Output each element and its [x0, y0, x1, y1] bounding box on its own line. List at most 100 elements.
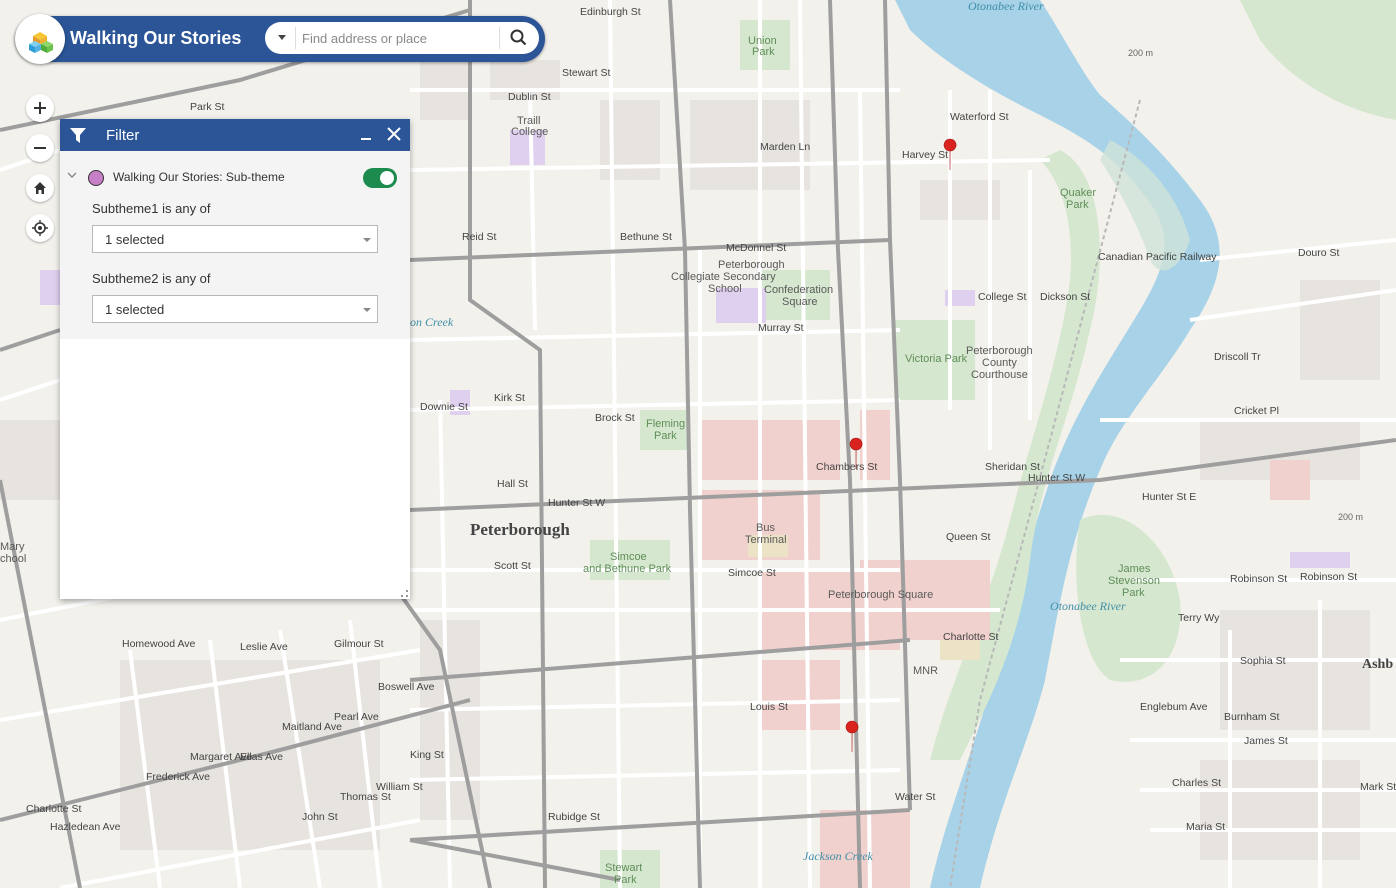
svg-text:and Bethune Park: and Bethune Park	[583, 563, 672, 575]
subtheme1-select[interactable]: 1 selected	[92, 225, 378, 253]
app-logo	[15, 14, 65, 64]
filter-panel: Filter Walking Our Stories: Sub-theme Su…	[60, 119, 410, 599]
svg-text:Queen St: Queen St	[946, 531, 990, 543]
zoom-out-button[interactable]	[26, 134, 54, 162]
svg-text:Otonabee River: Otonabee River	[1050, 599, 1126, 613]
divider	[499, 27, 500, 49]
layer-symbol-icon	[88, 170, 104, 186]
svg-text:Stewart: Stewart	[605, 862, 642, 874]
svg-text:Cricket Pl: Cricket Pl	[1234, 405, 1279, 417]
svg-text:Englebum Ave: Englebum Ave	[1140, 701, 1208, 713]
svg-text:MNR: MNR	[913, 665, 938, 677]
svg-text:Stewart St: Stewart St	[562, 67, 611, 79]
svg-text:Homewood Ave: Homewood Ave	[122, 638, 196, 650]
svg-text:Ellas Ave: Ellas Ave	[240, 751, 283, 763]
svg-text:Bethune St: Bethune St	[620, 231, 672, 243]
svg-text:Sophia St: Sophia St	[1240, 655, 1286, 667]
svg-text:Robinson St: Robinson St	[1300, 571, 1357, 583]
svg-text:Peterborough: Peterborough	[718, 259, 785, 271]
svg-text:Reid St: Reid St	[462, 231, 497, 243]
home-icon	[34, 182, 46, 194]
svg-text:School: School	[708, 283, 742, 295]
svg-text:Dickson St: Dickson St	[1040, 291, 1090, 303]
svg-text:Rubidge St: Rubidge St	[548, 811, 600, 823]
svg-text:Terminal: Terminal	[745, 534, 787, 546]
svg-text:Stevenson: Stevenson	[1108, 575, 1160, 587]
svg-text:College: College	[511, 126, 548, 138]
chevron-down-icon[interactable]	[67, 171, 77, 179]
svg-text:Marden Ln: Marden Ln	[760, 141, 810, 153]
svg-text:200 m: 200 m	[1338, 512, 1363, 522]
svg-text:Leslie Ave: Leslie Ave	[240, 641, 288, 653]
svg-text:Murray St: Murray St	[758, 322, 804, 334]
svg-text:Terry Wy: Terry Wy	[1178, 612, 1220, 624]
svg-text:Mary: Mary	[0, 541, 25, 553]
search-button[interactable]	[505, 25, 533, 51]
svg-text:Hunter St W: Hunter St W	[1028, 472, 1085, 484]
svg-text:Victoria Park: Victoria Park	[905, 353, 968, 365]
svg-text:Confederation: Confederation	[764, 284, 833, 296]
svg-text:Frederick Ave: Frederick Ave	[146, 771, 210, 783]
layer-name: Walking Our Stories: Sub-theme	[113, 170, 285, 184]
filter-icon	[70, 128, 86, 143]
subtheme2-select[interactable]: 1 selected	[92, 295, 378, 323]
dropdown-arrow-icon	[363, 238, 371, 242]
layer-toggle[interactable]	[363, 168, 397, 188]
plus-icon	[34, 102, 46, 114]
svg-text:James St: James St	[1244, 735, 1288, 747]
svg-text:Hall St: Hall St	[497, 478, 528, 490]
svg-text:Park: Park	[752, 46, 775, 58]
svg-text:Fleming: Fleming	[646, 418, 685, 430]
divider	[295, 27, 296, 49]
locate-button[interactable]	[26, 214, 54, 242]
svg-text:Driscoll Tr: Driscoll Tr	[1214, 351, 1261, 363]
zoom-in-button[interactable]	[26, 94, 54, 122]
home-button[interactable]	[26, 174, 54, 202]
svg-text:Maitland Ave: Maitland Ave	[282, 721, 342, 733]
svg-text:Park: Park	[614, 874, 637, 886]
condition-label: Subtheme1 is any of	[92, 201, 211, 216]
filter-panel-title: Filter	[106, 127, 140, 144]
search-icon	[510, 29, 527, 46]
svg-text:Brock St: Brock St	[595, 412, 635, 424]
svg-text:Otonabee River: Otonabee River	[968, 0, 1044, 13]
svg-text:Kirk St: Kirk St	[494, 392, 525, 404]
minimize-icon[interactable]	[360, 129, 372, 141]
minus-icon	[34, 147, 46, 149]
svg-text:Dublin St: Dublin St	[508, 91, 551, 103]
svg-text:Peterborough: Peterborough	[966, 345, 1033, 357]
svg-text:Square: Square	[782, 296, 817, 308]
svg-text:William St: William St	[376, 781, 423, 793]
cubes-logo-icon	[29, 32, 53, 53]
dropdown-arrow-icon	[363, 308, 371, 312]
locate-icon	[32, 220, 48, 236]
svg-text:John St: John St	[302, 811, 338, 823]
svg-text:Courthouse: Courthouse	[971, 369, 1028, 381]
svg-text:on Creek: on Creek	[410, 315, 454, 329]
svg-text:Hunter St W: Hunter St W	[548, 497, 605, 509]
svg-text:Water St: Water St	[895, 791, 936, 803]
svg-text:Park St: Park St	[190, 101, 225, 113]
svg-text:Maria St: Maria St	[1186, 821, 1225, 833]
svg-text:Park: Park	[1122, 587, 1145, 599]
svg-text:Scott St: Scott St	[494, 560, 531, 572]
svg-text:Park: Park	[1066, 199, 1089, 211]
resize-handle-icon[interactable]	[400, 589, 409, 598]
close-icon[interactable]	[387, 127, 401, 141]
svg-text:Boswell Ave: Boswell Ave	[378, 681, 435, 693]
svg-text:Harvey St: Harvey St	[902, 149, 948, 161]
svg-text:Ashb: Ashb	[1362, 657, 1393, 672]
svg-text:Quaker: Quaker	[1060, 187, 1096, 199]
svg-text:Charlotte St: Charlotte St	[26, 803, 82, 815]
filter-panel-header: Filter	[60, 119, 410, 151]
search-input[interactable]	[300, 25, 499, 51]
svg-text:Peterborough: Peterborough	[470, 520, 570, 539]
svg-text:Simcoe St: Simcoe St	[728, 567, 776, 579]
select-value: 1 selected	[105, 302, 165, 317]
svg-text:Gilmour St: Gilmour St	[334, 638, 384, 650]
svg-text:Douro St: Douro St	[1298, 247, 1340, 259]
caret-down-icon	[278, 35, 286, 40]
svg-text:King St: King St	[410, 749, 444, 761]
search-source-dropdown[interactable]	[275, 30, 289, 44]
svg-text:Canadian Pacific Railway: Canadian Pacific Railway	[1098, 251, 1217, 263]
